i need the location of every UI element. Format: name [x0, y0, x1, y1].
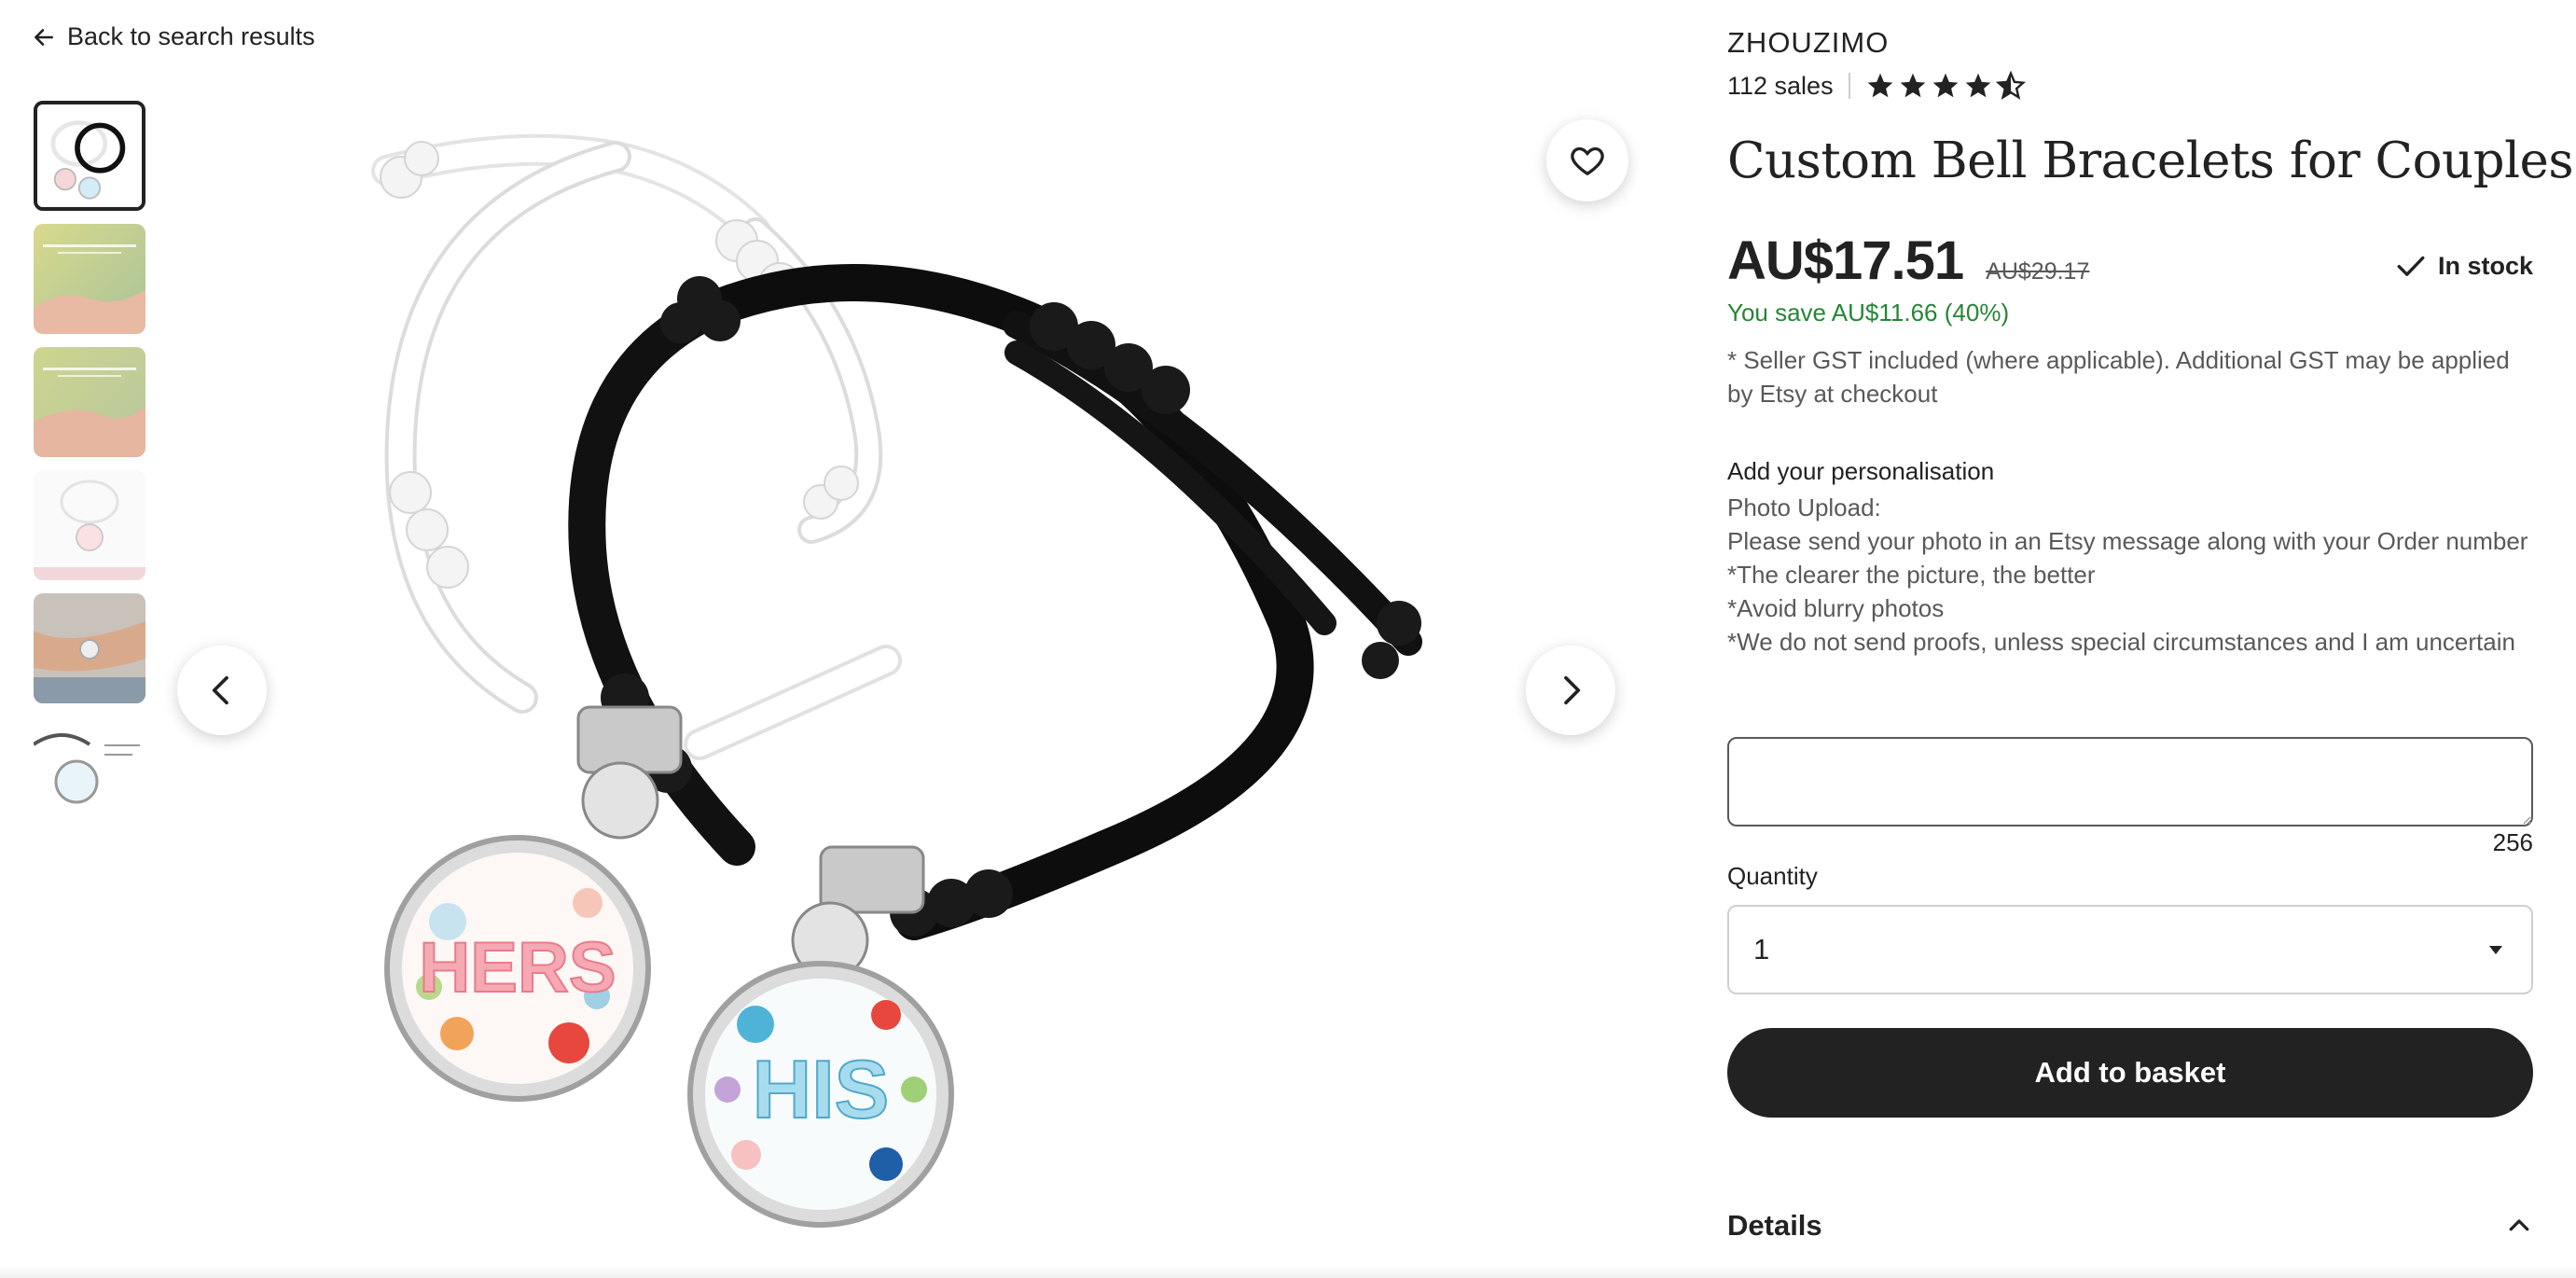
- thumbnail-strip: [34, 101, 145, 840]
- character-count: 256: [2492, 828, 2533, 856]
- star-full-icon: [1867, 73, 1892, 98]
- next-image-button[interactable]: [1526, 646, 1615, 735]
- thumbnail-2[interactable]: [34, 224, 145, 334]
- price-row: AU$17.51 AU$29.17 In stock: [1727, 229, 2533, 295]
- back-link-label: Back to search results: [67, 22, 315, 50]
- checkmark-icon: [2397, 256, 2425, 276]
- sales-rating-row: 112 sales: [1727, 71, 2026, 101]
- quantity-label: Quantity: [1727, 862, 1818, 890]
- chevron-right-icon: [1564, 675, 1581, 705]
- shop-name-link[interactable]: ZHOUZIMO: [1727, 26, 1889, 60]
- add-to-basket-button[interactable]: Add to basket: [1727, 1028, 2533, 1118]
- details-accordion-toggle[interactable]: Details: [1727, 1209, 2533, 1243]
- star-full-icon: [1900, 73, 1925, 98]
- star-rating[interactable]: [1865, 71, 2026, 101]
- chevron-left-icon: [212, 675, 229, 705]
- arrow-left-icon: [35, 28, 53, 46]
- product-hero-image: HERS HIS: [177, 101, 1641, 1278]
- back-to-search-link[interactable]: Back to search results: [32, 22, 315, 51]
- gst-note: * Seller GST included (where applicable)…: [1727, 346, 2510, 408]
- charm-text-his: HIS: [753, 1043, 890, 1135]
- quantity-select[interactable]: 1: [1727, 905, 2533, 994]
- current-price: AU$17.51: [1727, 230, 1964, 291]
- stock-status-label: In stock: [2437, 251, 2533, 280]
- star-half-icon: [1995, 71, 2026, 100]
- savings-text: You save AU$11.66 (40%): [1727, 299, 2010, 326]
- quantity-value: 1: [1753, 933, 1770, 965]
- personalisation-input[interactable]: [1727, 737, 2533, 827]
- thumbnail-1[interactable]: [34, 101, 145, 211]
- stock-status: In stock: [2395, 250, 2533, 282]
- previous-image-button[interactable]: [177, 646, 267, 735]
- thumbnail-6[interactable]: [34, 716, 145, 827]
- charm-text-hers: HERS: [419, 928, 616, 1007]
- caret-down-icon: [2489, 946, 2502, 954]
- sales-count: 112 sales: [1727, 71, 1834, 100]
- chevron-up-icon: [2509, 1219, 2529, 1231]
- thumbnail-5[interactable]: [34, 593, 145, 703]
- thumbnail-4[interactable]: [34, 470, 145, 580]
- favorite-button[interactable]: [1546, 119, 1628, 201]
- original-price: AU$29.17: [1986, 258, 2090, 285]
- details-label: Details: [1727, 1209, 1822, 1242]
- page-bottom-shadow: [0, 1265, 2576, 1278]
- personalisation-label: Add your personalisation: [1727, 457, 1995, 485]
- star-full-icon: [1932, 73, 1958, 98]
- divider: [1848, 73, 1850, 99]
- star-full-icon: [1965, 73, 1990, 98]
- heart-icon: [1571, 146, 1604, 176]
- product-title: Custom Bell Bracelets for Couples: [1727, 132, 2574, 189]
- thumbnail-3[interactable]: [34, 347, 145, 457]
- personalisation-instructions: Photo Upload: Please send your photo in …: [1727, 493, 2528, 656]
